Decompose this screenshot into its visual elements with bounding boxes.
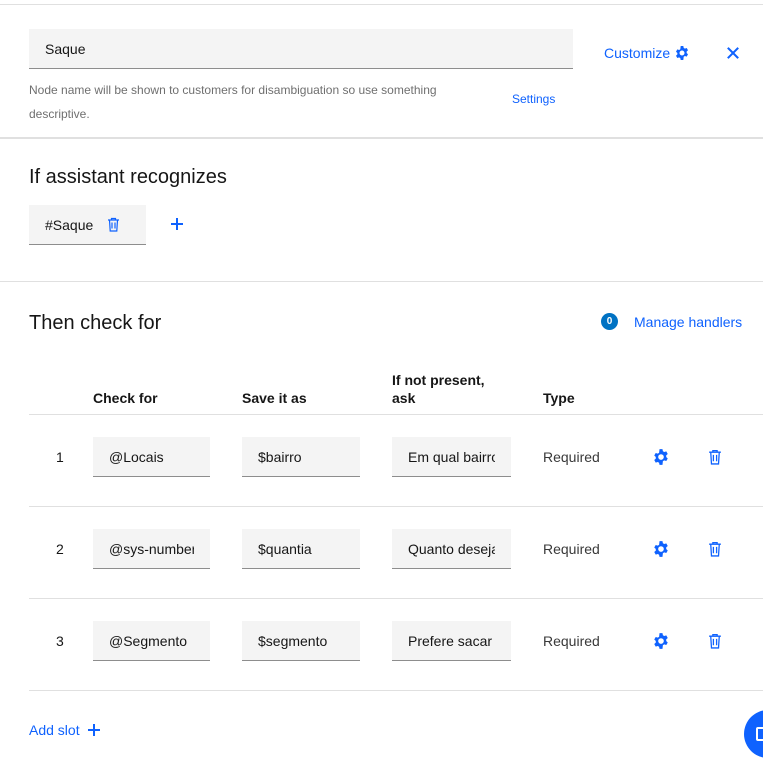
slot-number: 2	[56, 541, 64, 557]
top-divider	[0, 4, 763, 5]
document-icon	[756, 727, 763, 741]
trash-icon[interactable]	[708, 449, 722, 465]
slot-type[interactable]: Required	[543, 449, 600, 465]
node-name-input[interactable]	[29, 29, 573, 69]
customize-button[interactable]: Customize	[604, 44, 690, 62]
save-as-input[interactable]	[242, 437, 360, 477]
row-divider	[29, 506, 763, 507]
handlers-count-badge: 0	[601, 313, 618, 330]
row-divider	[29, 690, 763, 691]
slot-type[interactable]: Required	[543, 541, 600, 557]
trash-icon[interactable]	[708, 541, 722, 557]
column-header-ask-line1: If not present,	[392, 372, 485, 388]
ask-prompt-input[interactable]	[392, 529, 511, 569]
section-divider	[0, 281, 763, 282]
row-divider	[29, 598, 763, 599]
close-icon[interactable]	[725, 45, 741, 61]
condition-text: #Saque	[45, 216, 94, 233]
assistant-chat-fab[interactable]	[744, 710, 763, 758]
trash-icon[interactable]	[107, 217, 120, 232]
add-slot-label: Add slot	[29, 722, 80, 738]
slot-type[interactable]: Required	[543, 633, 600, 649]
slot-number: 3	[56, 633, 64, 649]
gear-icon[interactable]	[652, 632, 670, 650]
check-for-title: Then check for	[29, 312, 162, 334]
save-as-input[interactable]	[242, 621, 360, 661]
gear-icon[interactable]	[652, 540, 670, 558]
column-header-check-for: Check for	[93, 390, 158, 406]
settings-link[interactable]: Settings	[512, 92, 555, 106]
manage-handlers-button[interactable]: 0 Manage handlers	[601, 313, 742, 330]
plus-icon	[87, 724, 100, 736]
node-name-helper-text: Node name will be shown to customers for…	[29, 83, 437, 121]
ask-prompt-input[interactable]	[392, 621, 511, 661]
column-header-ask-line2: ask	[392, 390, 416, 406]
save-as-input[interactable]	[242, 529, 360, 569]
customize-label: Customize	[604, 45, 671, 61]
check-for-input[interactable]	[93, 437, 210, 477]
gear-icon[interactable]	[652, 448, 670, 466]
gear-icon	[676, 46, 689, 60]
column-header-type: Type	[543, 390, 575, 406]
slot-number: 1	[56, 449, 64, 465]
condition-tag[interactable]: #Saque	[29, 205, 146, 245]
check-for-input[interactable]	[93, 621, 210, 661]
trash-icon[interactable]	[708, 633, 722, 649]
recognizes-title: If assistant recognizes	[29, 166, 227, 188]
add-slot-button[interactable]: Add slot	[29, 722, 100, 738]
manage-handlers-label: Manage handlers	[634, 313, 743, 330]
check-for-input[interactable]	[93, 529, 210, 569]
row-divider	[29, 414, 763, 415]
column-header-ask: If not present, ask	[392, 371, 485, 407]
column-header-save-as: Save it as	[242, 390, 307, 406]
section-divider	[0, 137, 763, 139]
ask-prompt-input[interactable]	[392, 437, 511, 477]
add-condition-plus-icon[interactable]	[170, 217, 184, 231]
